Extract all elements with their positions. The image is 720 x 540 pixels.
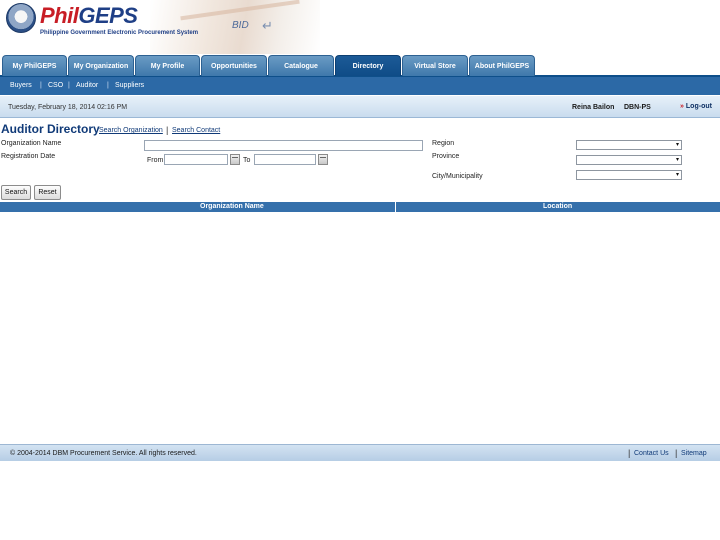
- philgeps-logo[interactable]: PhilGEPS Philippine Government Electroni…: [40, 3, 198, 37]
- main-tabs: My PhilGEPS My Organization My Profile O…: [0, 55, 720, 77]
- tab-about-philgeps[interactable]: About PhilGEPS: [469, 55, 535, 76]
- directory-subnav: Buyers | CSO | Auditor | Suppliers: [0, 77, 720, 95]
- chevron-down-icon: ▾: [675, 157, 679, 163]
- logo-geps-text: GEPS: [78, 3, 138, 28]
- results-table-header: Organization Name Location: [0, 202, 720, 212]
- search-contact-link[interactable]: Search Contact: [172, 127, 220, 134]
- chevron-down-icon: ▾: [675, 142, 679, 148]
- site-header: PhilGEPS Philippine Government Electroni…: [0, 0, 720, 54]
- to-date-input[interactable]: [254, 154, 316, 165]
- logout-label: Log-out: [685, 103, 712, 110]
- subnav-auditor[interactable]: Auditor: [76, 82, 98, 89]
- subnav-separator: |: [68, 82, 70, 89]
- copyright-text: © 2004-2014 DBM Procurement Service. All…: [10, 450, 197, 457]
- province-select[interactable]: ▾: [576, 155, 682, 165]
- tab-my-organization[interactable]: My Organization: [68, 55, 134, 76]
- city-municipality-select[interactable]: ▾: [576, 170, 682, 180]
- subnav-cso[interactable]: CSO: [48, 82, 63, 89]
- contact-us-link[interactable]: Contact Us: [634, 450, 669, 457]
- chevron-down-icon: ▾: [675, 172, 679, 178]
- page-title: Auditor Directory: [1, 122, 100, 136]
- column-organization-name[interactable]: Organization Name: [200, 203, 264, 210]
- title-link-separator: |: [166, 125, 169, 135]
- from-calendar-icon[interactable]: [230, 154, 240, 165]
- region-select[interactable]: ▾: [576, 140, 682, 150]
- logo-subtitle: Philippine Government Electronic Procure…: [40, 30, 199, 36]
- city-municipality-label: City/Municipality: [432, 173, 483, 180]
- logo-phil-text: Phil: [40, 3, 79, 28]
- subnav-separator: |: [107, 82, 109, 89]
- bid-arrow-icon: ↵: [262, 18, 273, 33]
- tab-opportunities[interactable]: Opportunities: [201, 55, 267, 76]
- organization-name-label: Organization Name: [1, 140, 62, 147]
- search-button[interactable]: Search: [1, 185, 31, 200]
- logout-link[interactable]: » Log-out: [680, 103, 712, 110]
- user-info-bar: Tuesday, February 18, 2014 02:16 PM Rein…: [0, 96, 720, 118]
- subnav-buyers[interactable]: Buyers: [10, 82, 32, 89]
- region-label: Region: [432, 140, 455, 147]
- from-label: From: [147, 157, 164, 164]
- tab-my-profile[interactable]: My Profile: [135, 55, 200, 76]
- user-organization-code: DBN-PS: [624, 104, 651, 111]
- to-label: To: [243, 157, 251, 164]
- logout-chevron-icon: »: [680, 103, 684, 110]
- bid-text: BID: [232, 20, 249, 31]
- column-location[interactable]: Location: [543, 203, 572, 210]
- user-name: Reina Bailon: [572, 104, 615, 111]
- footer-separator: |: [628, 448, 631, 458]
- to-calendar-icon[interactable]: [318, 154, 328, 165]
- tab-directory[interactable]: Directory: [335, 55, 401, 76]
- province-label: Province: [432, 153, 460, 160]
- tab-my-philgeps[interactable]: My PhilGEPS: [2, 55, 67, 76]
- tab-catalogue[interactable]: Catalogue: [268, 55, 334, 76]
- subnav-separator: |: [40, 82, 42, 89]
- registration-date-label: Registration Date: [1, 153, 56, 160]
- organization-name-input[interactable]: [144, 140, 423, 151]
- column-divider: [395, 202, 396, 212]
- tab-virtual-store[interactable]: Virtual Store: [402, 55, 468, 76]
- current-datetime: Tuesday, February 18, 2014 02:16 PM: [8, 104, 128, 111]
- reset-button[interactable]: Reset: [34, 185, 61, 200]
- subnav-suppliers[interactable]: Suppliers: [115, 82, 144, 89]
- site-footer: © 2004-2014 DBM Procurement Service. All…: [0, 444, 720, 461]
- sitemap-link[interactable]: Sitemap: [681, 450, 707, 457]
- search-organization-link[interactable]: Search Organization: [99, 127, 163, 134]
- footer-separator: |: [675, 448, 678, 458]
- government-seal-icon: [6, 3, 36, 33]
- from-date-input[interactable]: [164, 154, 228, 165]
